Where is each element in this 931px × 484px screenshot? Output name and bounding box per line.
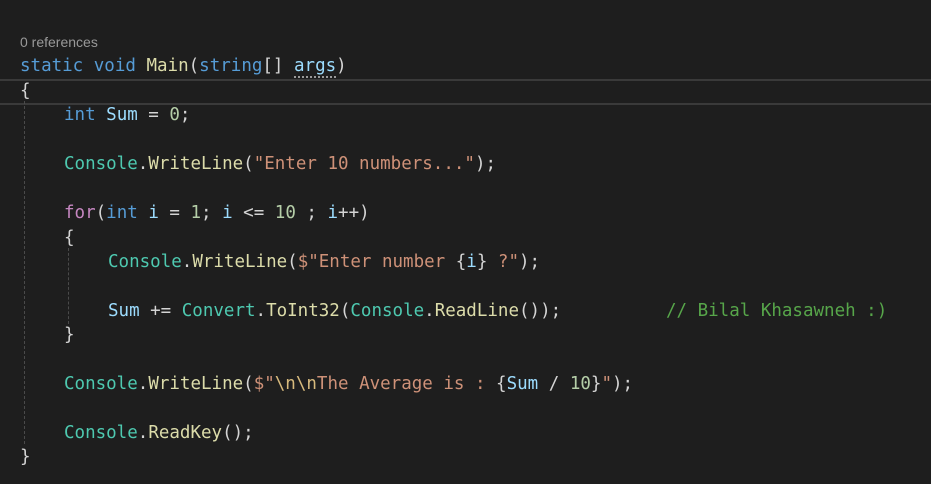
code-line-writeline-number[interactable]: Console.WriteLine($"Enter number {i} ?")… (108, 250, 540, 274)
code-line-for-open-brace[interactable]: { (64, 226, 75, 250)
method-name-main: Main (146, 56, 189, 76)
code-line-sum-accumulate[interactable]: Sum += Convert.ToInt32(Console.ReadLine(… (108, 299, 561, 323)
keyword-void: void (93, 56, 136, 76)
parameter-args: args (294, 56, 337, 78)
indent-guide (68, 248, 69, 324)
escape-sequence: \n\n (274, 374, 317, 394)
code-line-writeline-average[interactable]: Console.WriteLine($"\n\nThe Average is :… (64, 372, 633, 396)
variable-sum: Sum (106, 105, 138, 125)
type-console: Console (64, 154, 138, 174)
indent-guide (24, 101, 25, 444)
current-line-highlight (0, 79, 931, 105)
codelens-references[interactable]: 0 references (20, 34, 98, 50)
keyword-string: string (199, 56, 263, 76)
method-toint32: ToInt32 (266, 301, 340, 321)
method-writeline: WriteLine (148, 154, 244, 174)
code-line-readkey[interactable]: Console.ReadKey(); (64, 421, 254, 445)
string-literal: "Enter 10 numbers..." (253, 154, 475, 174)
method-readline: ReadLine (434, 301, 519, 321)
code-line-writeline-prompt[interactable]: Console.WriteLine("Enter 10 numbers...")… (64, 152, 496, 176)
method-readkey: ReadKey (148, 423, 223, 443)
code-line-method-signature[interactable]: static void Main(string[] args) (20, 54, 347, 78)
keyword-for: for (64, 203, 96, 223)
keyword-static: static (20, 56, 84, 76)
code-line-open-brace[interactable]: { (20, 79, 31, 103)
code-line-sum-declaration[interactable]: int Sum = 0; (64, 103, 190, 127)
type-convert: Convert (181, 301, 256, 321)
code-line-for-loop[interactable]: for(int i = 1; i <= 10 ; i++) (64, 201, 370, 225)
keyword-int: int (64, 105, 96, 125)
code-line-close-brace[interactable]: } (20, 445, 31, 469)
code-comment[interactable]: // Bilal Khasawneh :) (666, 299, 887, 323)
code-editor[interactable]: 0 references static void Main(string[] a… (0, 0, 931, 484)
code-line-for-close-brace[interactable]: } (64, 323, 75, 347)
